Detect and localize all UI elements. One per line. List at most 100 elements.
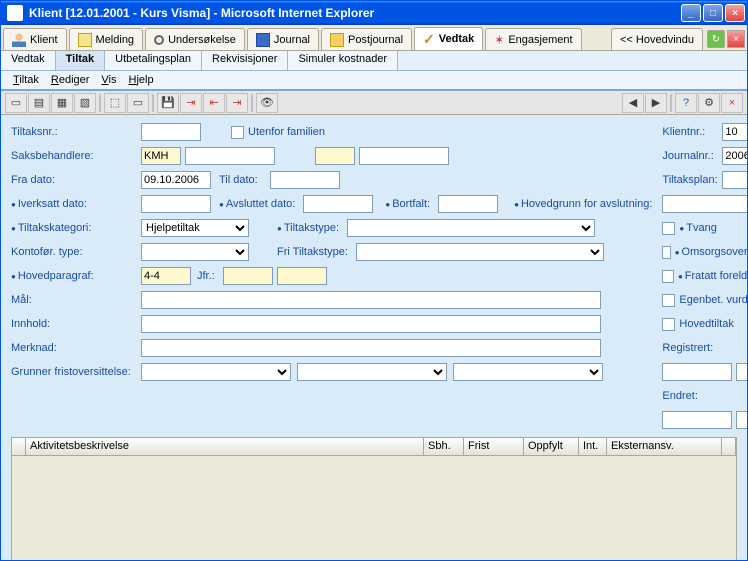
- subtab-tiltak[interactable]: Tiltak: [56, 51, 106, 70]
- tab-hovedvindu[interactable]: << Hovedvindu: [611, 28, 703, 50]
- fratatt-checkbox[interactable]: [662, 270, 674, 283]
- jfr1-field[interactable]: [223, 267, 273, 285]
- label-fratatt: Fratatt foreldreansv.: [678, 270, 747, 282]
- menubar: Tiltak Rediger Vis Hjelp: [1, 71, 747, 91]
- grid-col-oppfylt[interactable]: Oppfylt: [524, 438, 579, 455]
- tool-settings[interactable]: ⚙: [698, 93, 720, 113]
- label-egenbet: Egenbet. vurdert.: [679, 294, 747, 306]
- toolbar: ▭ ▤ ▦ ▧ ⬚ ▭ 💾 ⇥ ⇤ ⇥ 👁 ◀ ▶ ? ⚙ ×: [1, 91, 747, 115]
- mal-field[interactable]: [141, 291, 601, 309]
- registrert-date-field[interactable]: [662, 363, 732, 381]
- tool-exit[interactable]: ×: [721, 93, 743, 113]
- tool-8[interactable]: ⇥: [180, 93, 202, 113]
- label-jfr: Jfr.:: [197, 270, 219, 282]
- grid-col-sbh[interactable]: Sbh.: [424, 438, 464, 455]
- maximize-button[interactable]: □: [703, 4, 723, 22]
- endret-by-field[interactable]: [736, 411, 747, 429]
- grid-col-aktivitet[interactable]: Aktivitetsbeskrivelse: [26, 438, 424, 455]
- grunner2-select[interactable]: [297, 363, 447, 381]
- menu-hjelp[interactable]: Hjelp: [123, 72, 160, 88]
- label-kontofortype: Kontofør. type:: [11, 246, 141, 258]
- postjournal-icon: [330, 33, 344, 47]
- tab-journal[interactable]: Journal: [247, 28, 319, 50]
- egenbet-checkbox[interactable]: [662, 294, 675, 307]
- saksbehandler2-field[interactable]: [185, 147, 275, 165]
- grid-col-frist[interactable]: Frist: [464, 438, 524, 455]
- label-tiltaksplan: Tiltaksplan:: [662, 174, 722, 186]
- tool-9[interactable]: ⇤: [203, 93, 225, 113]
- utenfor-checkbox[interactable]: [231, 126, 244, 139]
- grunner1-select[interactable]: [141, 363, 291, 381]
- menu-vis[interactable]: Vis: [95, 72, 122, 88]
- tab-klient[interactable]: Klient: [3, 28, 67, 50]
- tool-4[interactable]: ▧: [74, 93, 96, 113]
- hovedparagraf-field[interactable]: [141, 267, 191, 285]
- menu-tiltak[interactable]: Tiltak: [7, 72, 45, 88]
- tool-find[interactable]: 👁: [256, 93, 278, 113]
- tildato-field[interactable]: [270, 171, 340, 189]
- tool-new[interactable]: ▭: [5, 93, 27, 113]
- refresh-button[interactable]: ↻: [707, 30, 725, 48]
- subtab-utbetalingsplan[interactable]: Utbetalingsplan: [105, 51, 202, 70]
- grid-col-ekstern[interactable]: Eksternansv.: [607, 438, 722, 455]
- tool-6[interactable]: ▭: [127, 93, 149, 113]
- hovedgrunn-select[interactable]: [662, 195, 747, 213]
- message-icon: [78, 33, 92, 47]
- iverksatt-field[interactable]: [141, 195, 211, 213]
- subtab-vedtak[interactable]: Vedtak: [1, 51, 56, 70]
- omsorg-checkbox[interactable]: [662, 246, 670, 259]
- label-mal: Mål:: [11, 294, 141, 306]
- tool-5[interactable]: ⬚: [104, 93, 126, 113]
- sub-tabbar: Vedtak Tiltak Utbetalingsplan Rekvisisjo…: [1, 51, 747, 71]
- label-fradato: Fra dato:: [11, 174, 141, 186]
- jfr2-field[interactable]: [277, 267, 327, 285]
- tool-save[interactable]: 💾: [157, 93, 179, 113]
- bortfalt-field[interactable]: [438, 195, 498, 213]
- grid-col-blank[interactable]: [12, 438, 26, 455]
- hovedtiltak-checkbox[interactable]: [662, 318, 675, 331]
- sb4-field[interactable]: [359, 147, 449, 165]
- form-area: Tiltaksnr.: Utenfor familien Saksbehandl…: [1, 115, 747, 560]
- avsluttet-field[interactable]: [303, 195, 373, 213]
- grunner3-select[interactable]: [453, 363, 603, 381]
- tool-next[interactable]: ▶: [645, 93, 667, 113]
- menu-rediger[interactable]: Rediger: [45, 72, 96, 88]
- tiltakskategori-select[interactable]: Hjelpetiltak: [141, 219, 249, 237]
- tiltakstype-select[interactable]: [347, 219, 595, 237]
- fritiltakstype-select[interactable]: [356, 243, 604, 261]
- sb3-field[interactable]: [315, 147, 355, 165]
- tool-10[interactable]: ⇥: [226, 93, 248, 113]
- close-button[interactable]: ×: [725, 4, 745, 22]
- grid-col-end[interactable]: [722, 438, 736, 455]
- label-hovedgrunn: Hovedgrunn for avslutning:: [514, 198, 656, 210]
- merknad-field[interactable]: [141, 339, 601, 357]
- innhold-field[interactable]: [141, 315, 601, 333]
- tool-help[interactable]: ?: [675, 93, 697, 113]
- kontofortype-select[interactable]: [141, 243, 249, 261]
- tab-engasjement[interactable]: ✶Engasjement: [485, 28, 581, 50]
- endret-date-field[interactable]: [662, 411, 732, 429]
- grid-col-int[interactable]: Int.: [579, 438, 607, 455]
- label-grunner: Grunner fristoversittelse:: [11, 367, 141, 378]
- tab-vedtak[interactable]: ✓Vedtak: [414, 27, 483, 50]
- klientnr-field[interactable]: [722, 123, 747, 141]
- tab-melding[interactable]: Melding: [69, 28, 144, 50]
- tiltaksplan-field[interactable]: [722, 171, 747, 189]
- registrert-by-field[interactable]: [736, 363, 747, 381]
- minimize-button[interactable]: _: [681, 4, 701, 22]
- tool-prev[interactable]: ◀: [622, 93, 644, 113]
- tab-undersokelse[interactable]: Undersøkelse: [145, 28, 245, 50]
- tab-close-button[interactable]: ×: [727, 30, 745, 48]
- fradato-field[interactable]: [141, 171, 211, 189]
- saksbehandler-field[interactable]: [141, 147, 181, 165]
- tiltaksnr-field[interactable]: [141, 123, 201, 141]
- label-omsorg: Omsorgsovertakelse: [675, 246, 747, 258]
- tool-2[interactable]: ▤: [28, 93, 50, 113]
- tool-3[interactable]: ▦: [51, 93, 73, 113]
- subtab-rekvisisjoner[interactable]: Rekvisisjoner: [202, 51, 288, 70]
- tvang-checkbox[interactable]: [662, 222, 675, 235]
- label-avsluttet: Avsluttet dato:: [219, 198, 299, 210]
- tab-postjournal[interactable]: Postjournal: [321, 28, 412, 50]
- journalyear-field[interactable]: [722, 147, 747, 165]
- subtab-simuler[interactable]: Simuler kostnader: [288, 51, 398, 70]
